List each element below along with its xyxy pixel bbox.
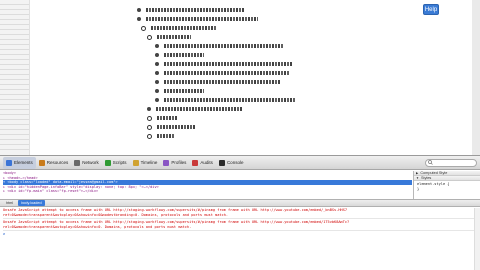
network-icon — [74, 159, 81, 166]
outline-item[interactable] — [157, 35, 191, 39]
tab-audits[interactable]: Audits — [189, 157, 216, 169]
styles-sidebar: ▶ Computed Style ▼ Styles element.style { … — [413, 171, 480, 199]
tab-resources[interactable]: Resources — [36, 157, 72, 169]
breadcrumb: html body.loaded — [0, 199, 480, 207]
bullet-icon[interactable] — [141, 25, 146, 31]
scripts-icon — [104, 159, 111, 166]
profiles-icon — [163, 159, 170, 166]
outline-item[interactable] — [164, 89, 204, 93]
outline-item[interactable] — [164, 71, 290, 75]
help-button[interactable]: Help — [423, 4, 439, 15]
tab-timeline[interactable]: Timeline — [130, 157, 161, 169]
tab-console[interactable]: Console — [216, 157, 247, 169]
resources-icon — [38, 159, 45, 166]
tab-profiles[interactable]: Profiles — [160, 157, 189, 169]
bullet-icon[interactable] — [147, 34, 152, 40]
outline-item[interactable] — [146, 17, 258, 21]
audits-icon — [192, 159, 199, 166]
outline-item[interactable] — [146, 8, 244, 12]
outline-item[interactable] — [164, 62, 292, 66]
divider — [3, 218, 480, 220]
outline-item[interactable] — [151, 26, 216, 30]
outline-item[interactable] — [156, 107, 242, 111]
crumb-html[interactable]: html — [3, 200, 16, 206]
bullet-icon[interactable] — [155, 80, 159, 84]
bullet-icon[interactable] — [155, 98, 159, 102]
tab-network[interactable]: Network — [71, 157, 102, 169]
console-scrollbar[interactable] — [474, 208, 480, 270]
outline-item[interactable] — [157, 116, 177, 120]
bullet-icon[interactable] — [137, 17, 141, 21]
bullet-icon[interactable] — [147, 115, 152, 121]
outline-item[interactable] — [164, 44, 284, 48]
search-icon — [428, 160, 433, 165]
page-viewport: Help — [0, 0, 480, 155]
bullet-icon[interactable] — [155, 53, 159, 57]
bullet-icon[interactable] — [137, 8, 141, 12]
outline-list — [137, 6, 427, 151]
devtools-search-input[interactable] — [425, 158, 477, 167]
tab-scripts[interactable]: Scripts — [102, 157, 130, 169]
console-error-line: ref=0&wmode=transparent&autoplay=0&showi… — [3, 212, 229, 217]
timeline-icon — [132, 159, 139, 166]
bullet-icon[interactable] — [155, 71, 159, 75]
outline-item[interactable] — [157, 125, 195, 129]
tab-elements[interactable]: Elements — [3, 156, 36, 169]
bullet-icon[interactable] — [147, 133, 152, 139]
bullet-icon[interactable] — [155, 62, 159, 66]
console-panel[interactable]: Unsafe JavaScript attempt to access fram… — [0, 208, 480, 270]
crumb-body[interactable]: body.loaded — [18, 200, 45, 206]
dom-node[interactable]: ▸ <div id="fp-main" class="fp-reset">…</… — [3, 189, 412, 194]
console-error-line: rel=0&wmode=transparent&autoplay=0&showi… — [3, 224, 192, 229]
outline-item[interactable] — [157, 134, 175, 138]
bullet-icon[interactable] — [147, 107, 151, 111]
triangle-down-icon: ▼ — [416, 175, 419, 180]
style-rule[interactable]: element.style { } — [414, 181, 480, 192]
divider — [3, 230, 480, 232]
outline-item[interactable] — [164, 98, 296, 102]
devtools-toolbar: Elements Resources Network Scripts Timel… — [0, 156, 480, 170]
bullet-icon[interactable] — [155, 89, 159, 93]
console-prompt-input[interactable]: > — [3, 232, 480, 237]
console-icon — [218, 159, 225, 166]
bullet-icon[interactable] — [147, 124, 152, 130]
elements-icon — [6, 159, 12, 166]
outline-item[interactable] — [164, 80, 280, 84]
left-sidebar — [0, 0, 30, 155]
bullet-icon[interactable] — [155, 44, 159, 48]
page-scrollbar[interactable] — [472, 0, 480, 155]
devtools-panel: Elements Resources Network Scripts Timel… — [0, 155, 480, 270]
outline-item[interactable] — [164, 53, 204, 57]
dom-tree[interactable]: <body> ▸ <head>…</head> ▾ <body class="l… — [0, 171, 412, 199]
